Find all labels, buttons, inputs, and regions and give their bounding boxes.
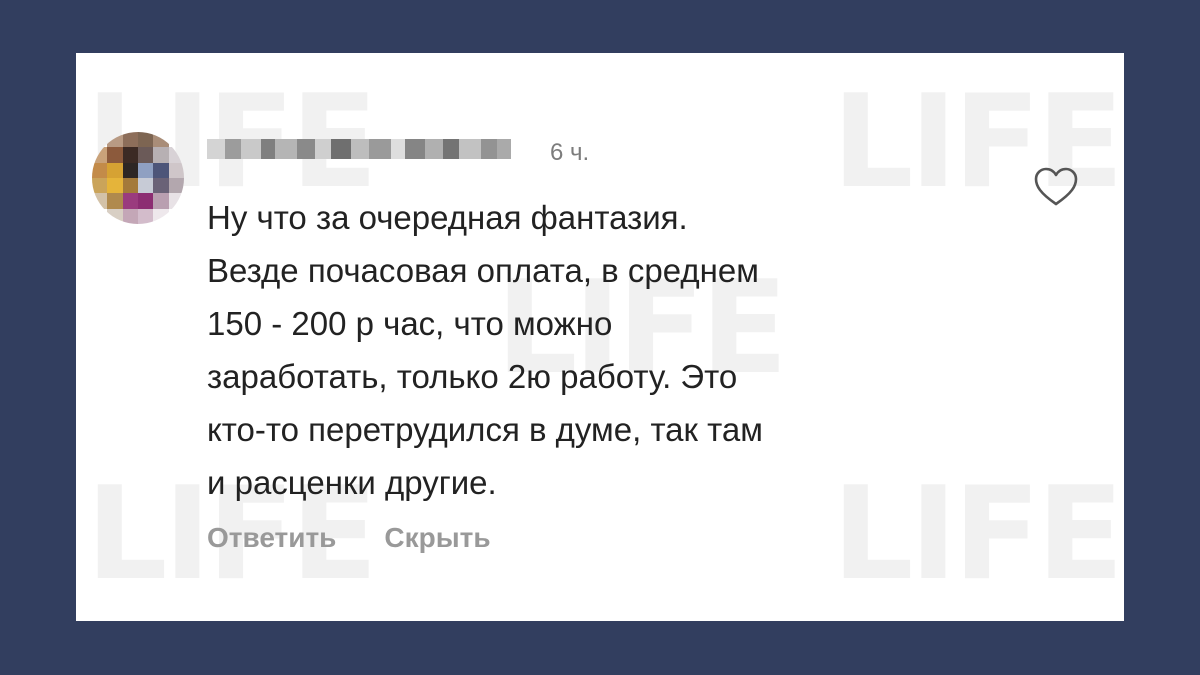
username-obscured[interactable] [207,139,537,159]
heart-icon[interactable] [1034,167,1078,207]
screenshot-frame: LIFE LIFE LIFE LIFE LIFE 6 ч. Ну что за … [76,53,1124,621]
reply-button[interactable]: Ответить [207,521,336,555]
comment-actions: Ответить Скрыть [207,521,491,555]
comment-text: Ну что за очередная фантазия. Везде поча… [207,199,763,501]
hide-button[interactable]: Скрыть [384,521,490,555]
comment-timestamp: 6 ч. [550,139,590,166]
avatar[interactable] [92,132,184,224]
